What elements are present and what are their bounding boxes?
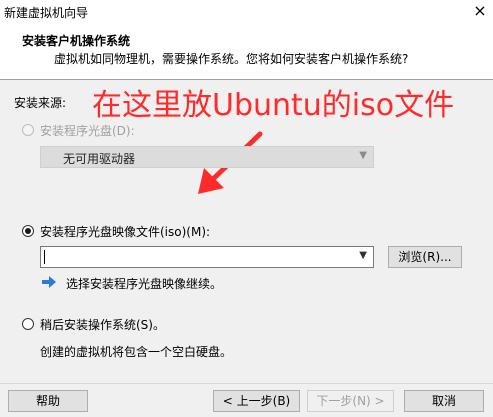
radio-selected-dot: [25, 228, 31, 234]
radio-iso[interactable]: [22, 225, 34, 237]
install-source-label: 安装来源:: [14, 96, 67, 110]
iso-option-label: 安装程序光盘映像文件(iso)(M):: [40, 225, 211, 239]
annotation-text: 在这里放Ubuntu的iso文件: [92, 88, 455, 123]
window-title: 新建虚拟机向导: [4, 6, 89, 20]
chevron-down-icon: ▼: [359, 150, 367, 161]
disc-drive-value: 无可用驱动器: [63, 152, 136, 166]
chevron-down-icon[interactable]: ▼: [359, 250, 367, 261]
text-caret: [44, 250, 45, 264]
radio-install-later[interactable]: [22, 318, 34, 330]
info-arrow-icon: [42, 276, 56, 288]
page-title: 安装客户机操作系统: [22, 34, 131, 48]
back-button[interactable]: < 上一步(B): [213, 390, 300, 412]
install-later-label: 稍后安装操作系统(S)。: [40, 318, 165, 332]
help-button[interactable]: 帮助: [8, 390, 88, 412]
radio-disc[interactable]: [22, 124, 34, 136]
close-icon[interactable]: ×: [468, 0, 492, 22]
browse-button[interactable]: 浏览(R)...: [388, 246, 462, 268]
cancel-button[interactable]: 取消: [404, 390, 484, 412]
install-later-hint: 创建的虚拟机将包含一个空白硬盘。: [40, 345, 233, 359]
iso-path-input[interactable]: ▼: [40, 246, 374, 268]
page-description: 虚拟机如同物理机，需要操作系统。您将如何安装客户机操作系统?: [54, 52, 409, 66]
disc-drive-select[interactable]: 无可用驱动器 ▼: [40, 146, 374, 168]
disc-option-label: 安装程序光盘(D):: [40, 124, 135, 138]
iso-hint: 选择安装程序光盘映像继续。: [66, 277, 223, 291]
next-button[interactable]: 下一步(N) >: [307, 390, 394, 412]
